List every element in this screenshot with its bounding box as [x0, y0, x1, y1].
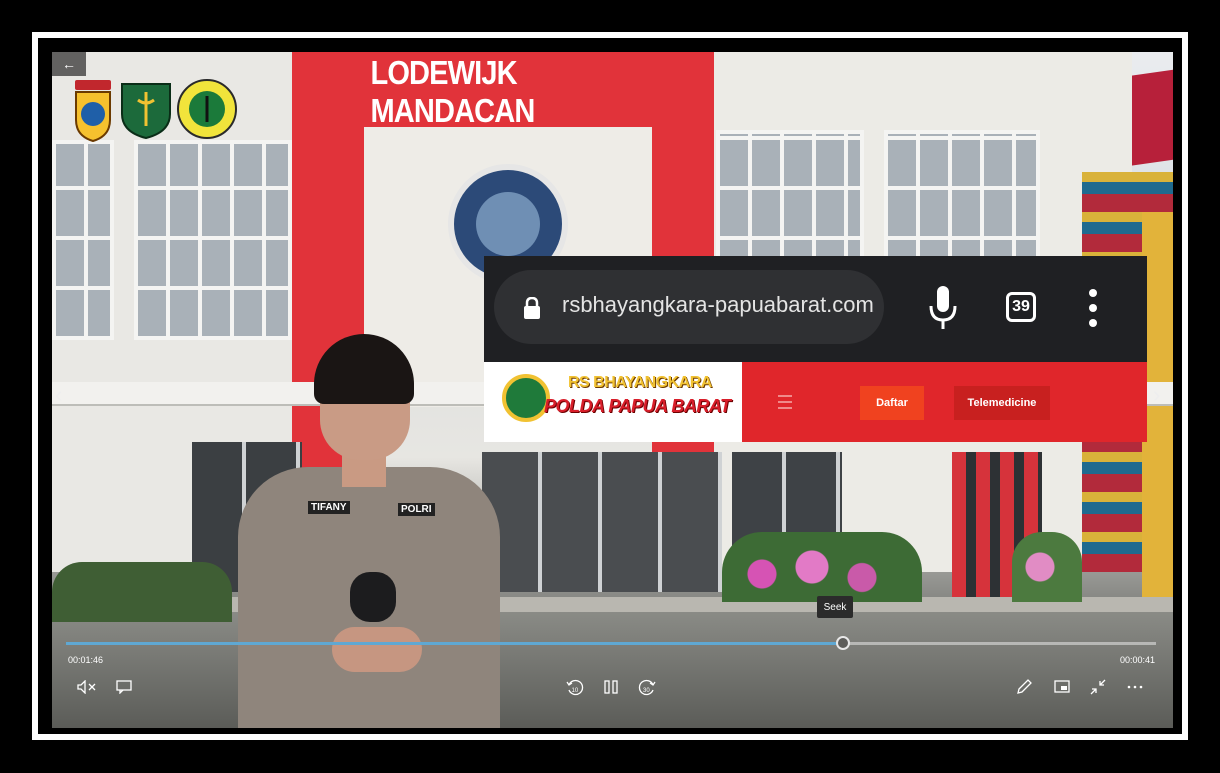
rewind-10-icon[interactable]: 10	[564, 676, 586, 698]
exit-fullscreen-icon[interactable]	[1088, 677, 1108, 697]
pause-icon[interactable]	[600, 676, 622, 698]
window	[52, 140, 114, 340]
more-icon[interactable]	[1124, 677, 1146, 697]
brand-line-2: POLDA PAPUA BARAT	[544, 396, 731, 416]
unit-tag: POLRI	[398, 503, 435, 516]
building-sign: LODEWIJK MANDACAN	[370, 54, 535, 129]
forward-30-icon[interactable]: 30	[636, 676, 658, 698]
previous-chevron-icon[interactable]: ‹	[55, 382, 62, 408]
mute-icon[interactable]	[76, 678, 98, 696]
seek-thumb[interactable]	[836, 636, 850, 650]
name-tag: TIFANY	[308, 501, 350, 514]
browser-toolbar: rsbhayangkara-papuabarat.com/t 39	[484, 256, 1147, 362]
address-bar[interactable]: rsbhayangkara-papuabarat.com/t	[494, 270, 884, 344]
seek-tooltip: Seek	[817, 596, 853, 618]
ground	[52, 612, 1173, 728]
microphone-icon[interactable]	[928, 286, 958, 330]
brand-line-1: RS BHAYANGKARA	[568, 374, 712, 391]
svg-text:10: 10	[572, 688, 579, 694]
miniplayer-icon[interactable]	[1052, 677, 1072, 697]
daftar-button[interactable]: Daftar	[860, 386, 924, 420]
health-shield-icon	[121, 83, 171, 140]
tab-count-button[interactable]: 39	[1006, 292, 1036, 322]
website-header: RS BHAYANGKARA POLDA PAPUA BARAT Daftar …	[484, 362, 1147, 442]
glass-doors	[482, 452, 722, 592]
hamburger-menu-icon[interactable]	[778, 395, 792, 409]
hospital-logo-icon	[502, 374, 550, 422]
next-chevron-icon[interactable]: ›	[1153, 382, 1160, 408]
url-text: rsbhayangkara-papuabarat.com/t	[562, 292, 874, 317]
kebab-menu-icon[interactable]	[1088, 288, 1098, 328]
time-elapsed: 00:01:46	[68, 655, 104, 665]
flower-bed	[722, 532, 922, 602]
browser-screenshot-overlay: rsbhayangkara-papuabarat.com/t 39 RS BHA…	[484, 256, 1147, 442]
lock-icon	[524, 297, 540, 319]
telemedicine-button[interactable]: Telemedicine	[954, 386, 1050, 420]
site-logo[interactable]: RS BHAYANGKARA POLDA PAPUA BARAT	[484, 362, 742, 442]
plants	[52, 562, 232, 622]
flower-bed	[1012, 532, 1082, 602]
site-nav: Daftar Telemedicine	[742, 362, 1147, 442]
presenter-hands	[332, 627, 422, 672]
svg-text:30: 30	[643, 688, 650, 694]
mask	[350, 572, 396, 622]
captions-icon[interactable]	[114, 678, 134, 696]
window	[134, 140, 292, 340]
time-remaining: 00:00:41	[1120, 655, 1156, 665]
police-logo-icon	[75, 80, 111, 142]
seek-progress	[66, 642, 843, 645]
back-button[interactable]: ←	[52, 52, 86, 76]
hospital-seal-icon	[177, 79, 237, 139]
pen-icon[interactable]	[1014, 677, 1034, 697]
